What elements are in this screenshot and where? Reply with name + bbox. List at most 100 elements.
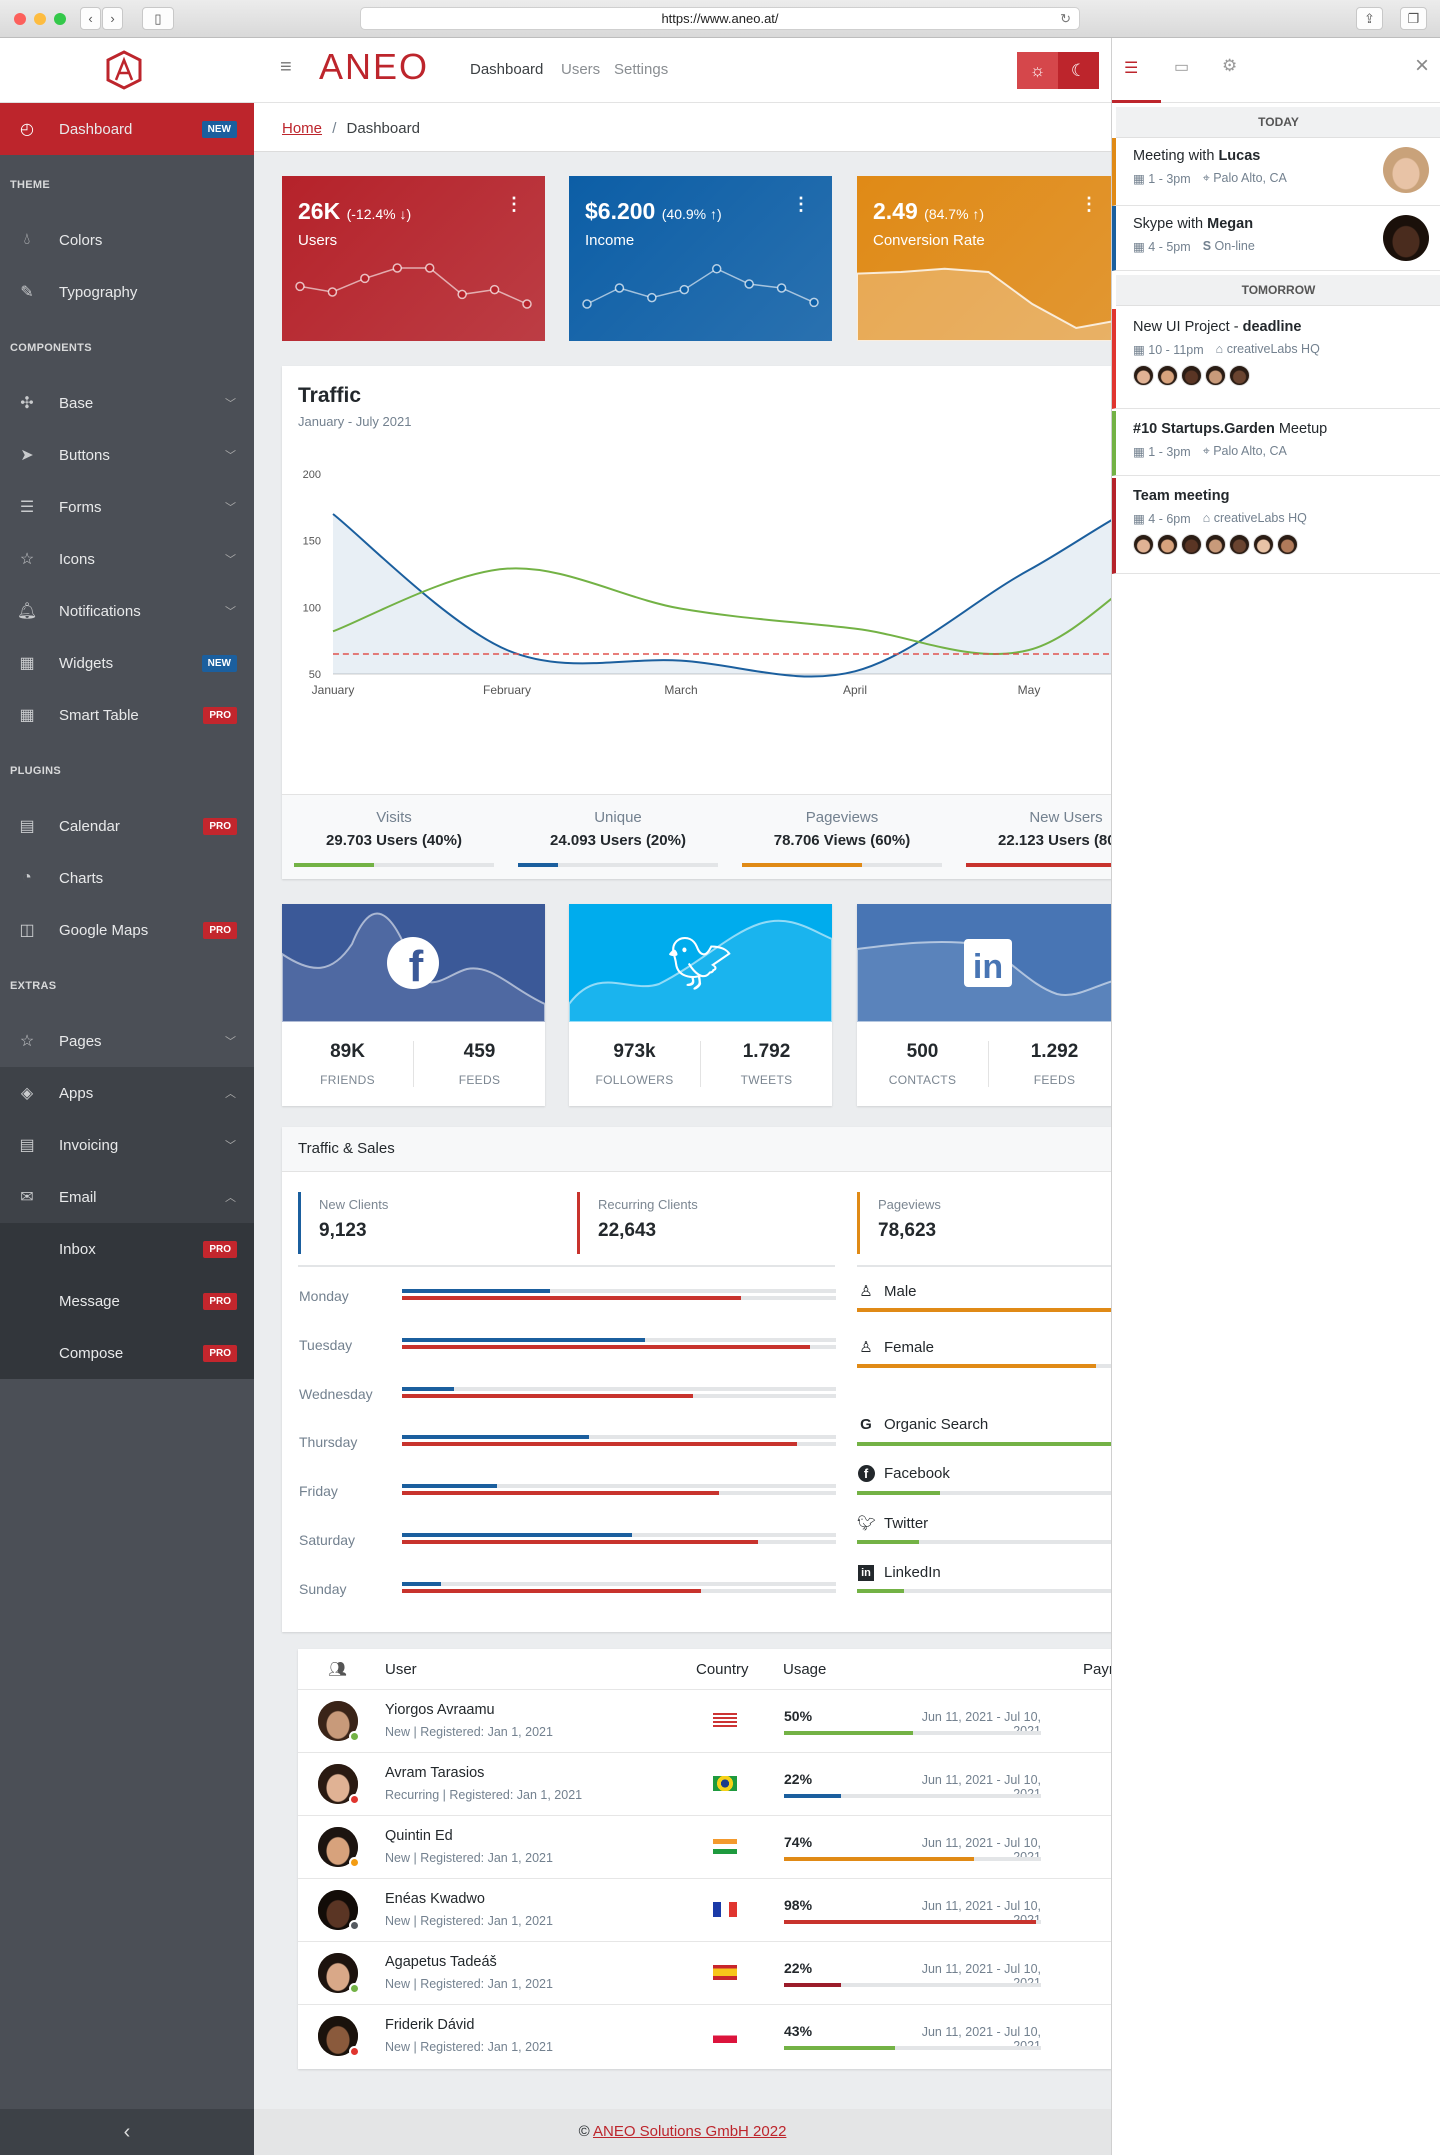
- sparkline: [295, 263, 532, 309]
- new-clients-bar: [402, 1581, 836, 1586]
- sidebar-item-forms[interactable]: ☰ Forms ﹀: [0, 481, 254, 533]
- sidebar-item-buttons[interactable]: ➤ Buttons ﹀: [0, 429, 254, 481]
- divider: [298, 1265, 835, 1267]
- sidebar-section-title: PLUGINS: [10, 765, 61, 777]
- aneo-logo-icon: [106, 50, 142, 90]
- user-name: Agapetus Tadeáš: [385, 1954, 497, 1970]
- table-row[interactable]: Quintin Ed New | Registered: Jan 1, 2021…: [298, 1815, 1111, 1878]
- gear-icon[interactable]: ⚙: [1222, 56, 1237, 76]
- skype-icon: S: [1202, 239, 1212, 253]
- sidebar-item-compose[interactable]: Compose PRO: [0, 1327, 254, 1379]
- sidebar-item-charts[interactable]: ◔ Charts: [0, 852, 254, 904]
- sidebar-item-notifications[interactable]: 🔔︎ Notifications ﹀: [0, 585, 254, 637]
- url-text: https://www.aneo.at/: [661, 11, 779, 26]
- company-link[interactable]: ANEO Solutions GmbH 2022: [593, 2123, 786, 2140]
- event-item[interactable]: Skype with Megan ▦ 4 - 5pm S On-line: [1112, 206, 1440, 271]
- traffic-sales-title: Traffic & Sales: [282, 1127, 1111, 1172]
- sidebar-item-base[interactable]: ✣ Base ﹀: [0, 377, 254, 429]
- table-row[interactable]: Enéas Kwadwo New | Registered: Jan 1, 20…: [298, 1878, 1111, 1941]
- sidebar-item-message[interactable]: Message PRO: [0, 1275, 254, 1327]
- event-item[interactable]: Meeting with Lucas ▦ 1 - 3pm ⌖ Palo Alto,…: [1112, 138, 1440, 206]
- user-name: Quintin Ed: [385, 1828, 453, 1844]
- sidebar-item-email[interactable]: ✉ Email ︿: [0, 1171, 254, 1223]
- more-options-icon[interactable]: ⋮: [792, 194, 810, 215]
- table-row[interactable]: Avram Tarasios Recurring | Registered: J…: [298, 1752, 1111, 1815]
- sparkline-point: [647, 292, 657, 303]
- progress-bar: [518, 863, 718, 867]
- sidebar-minimize-button[interactable]: ‹: [0, 2109, 254, 2155]
- list-icon[interactable]: ☰: [1124, 58, 1138, 78]
- event-place: ⌂ creativeLabs HQ: [1215, 342, 1320, 356]
- light-theme-button[interactable]: ☼: [1017, 52, 1058, 89]
- forward-button[interactable]: ›: [102, 7, 123, 30]
- sparkline-point: [809, 297, 819, 308]
- linkedin-icon: in: [857, 1563, 875, 1581]
- sidebar-item-calendar[interactable]: ▤ Calendar PRO: [0, 800, 254, 852]
- dark-theme-button[interactable]: ☾: [1058, 52, 1099, 89]
- sidebar-item-google-maps[interactable]: ◫ Google Maps PRO: [0, 904, 254, 956]
- drop-icon: 💧︎: [23, 231, 31, 248]
- nav-dashboard[interactable]: Dashboard: [470, 61, 543, 78]
- home-icon: ⌂: [1202, 511, 1211, 525]
- twitter-icon: 🐦︎: [667, 935, 733, 993]
- column-user[interactable]: User: [385, 1661, 417, 1678]
- social-stat: 459 FEEDS: [413, 1041, 545, 1087]
- sidebar-item-icons[interactable]: ☆ Icons ﹀: [0, 533, 254, 585]
- sidebar-item-smart-table[interactable]: ▦ Smart Table PRO: [0, 689, 254, 741]
- event-title: #10 Startups.Garden Meetup: [1133, 421, 1328, 437]
- chevron-down-icon: ﹀: [225, 450, 236, 462]
- nav-users[interactable]: Users: [561, 61, 600, 78]
- social-card-header: in: [857, 904, 1111, 1022]
- chat-icon[interactable]: ▭: [1174, 57, 1189, 77]
- event-item[interactable]: #10 Startups.Garden Meetup ▦ 1 - 3pm ⌖ Pa…: [1112, 411, 1440, 476]
- day-row-friday: Friday: [299, 1481, 839, 1511]
- hamburger-menu-icon[interactable]: ≡: [280, 56, 292, 79]
- sidebar-section-title: THEME: [10, 179, 50, 191]
- event-item[interactable]: Team meeting ▦ 4 - 6pm ⌂ creativeLabs HQ: [1112, 478, 1440, 574]
- column-country[interactable]: Country: [696, 1661, 749, 1678]
- brand-logo[interactable]: ANEO: [319, 46, 429, 88]
- column-payment[interactable]: Payment: [1083, 1661, 1111, 1678]
- flag-pl-icon: [713, 2028, 737, 2043]
- stat-label: Pageviews: [805, 809, 879, 826]
- sidebar-item-invoicing[interactable]: ▤ Invoicing ﹀: [0, 1119, 254, 1171]
- new-clients-bar: [402, 1289, 836, 1293]
- sidebar-item-label: Email: [59, 1188, 97, 1206]
- event-item[interactable]: New UI Project - deadline ▦ 10 - 11pm ⌂ c…: [1112, 309, 1440, 409]
- stat-label: Income: [585, 232, 635, 249]
- tabs-icon[interactable]: ❐: [1400, 7, 1427, 30]
- more-options-icon[interactable]: ⋮: [1080, 194, 1098, 215]
- traffic-line-chart: 50100150200JanuaryFebruaryMarchAprilMayJ…: [303, 469, 1111, 697]
- address-bar[interactable]: https://www.aneo.at/ ↻: [360, 7, 1080, 30]
- sidebar-item-pages[interactable]: ☆ Pages ﹀: [0, 1015, 254, 1067]
- sidebar-item-typography[interactable]: ✎ Typography: [0, 266, 254, 318]
- sidebar-item-colors[interactable]: 💧︎ Colors: [0, 214, 254, 266]
- table-row[interactable]: Friderik Dávid New | Registered: Jan 1, …: [298, 2004, 1111, 2067]
- table-header: 👥︎ User Country Usage Payment: [298, 1649, 1111, 1689]
- breadcrumb-home[interactable]: Home: [282, 120, 322, 137]
- sidebar-item-dashboard[interactable]: ◴ Dashboard NEW: [0, 103, 254, 155]
- minimize-window-button[interactable]: [34, 13, 46, 25]
- column-usage[interactable]: Usage: [783, 1661, 826, 1678]
- form-icon: ☰: [19, 499, 35, 516]
- table-row[interactable]: Agapetus Tadeáš New | Registered: Jan 1,…: [298, 1941, 1111, 2004]
- table-row[interactable]: Yiorgos Avraamu New | Registered: Jan 1,…: [298, 1689, 1111, 1752]
- pro-badge: PRO: [203, 1292, 237, 1310]
- close-icon[interactable]: ×: [1415, 52, 1429, 80]
- close-window-button[interactable]: [14, 13, 26, 25]
- back-button[interactable]: ‹: [80, 7, 101, 30]
- more-options-icon[interactable]: ⋮: [505, 194, 523, 215]
- sidebar-logo[interactable]: [0, 38, 254, 103]
- sidebar-item-apps[interactable]: ◈ Apps ︿: [0, 1067, 254, 1119]
- social-card-linkedin: in 500 CONTACTS 1.292 FEEDS: [857, 904, 1111, 1106]
- maximize-window-button[interactable]: [54, 13, 66, 25]
- nav-settings[interactable]: Settings: [614, 61, 668, 78]
- social-card-header: 🐦︎: [569, 904, 832, 1022]
- sidebar-toggle-icon[interactable]: ▯: [142, 7, 174, 30]
- sidebar-item-widgets[interactable]: ▦ Widgets NEW: [0, 637, 254, 689]
- sparkline-point: [582, 299, 592, 309]
- share-icon[interactable]: ⇪: [1356, 7, 1383, 30]
- reload-icon[interactable]: ↻: [1060, 8, 1071, 30]
- sidebar-item-inbox[interactable]: Inbox PRO: [0, 1223, 254, 1275]
- usage-percent: 74%: [784, 1834, 813, 1850]
